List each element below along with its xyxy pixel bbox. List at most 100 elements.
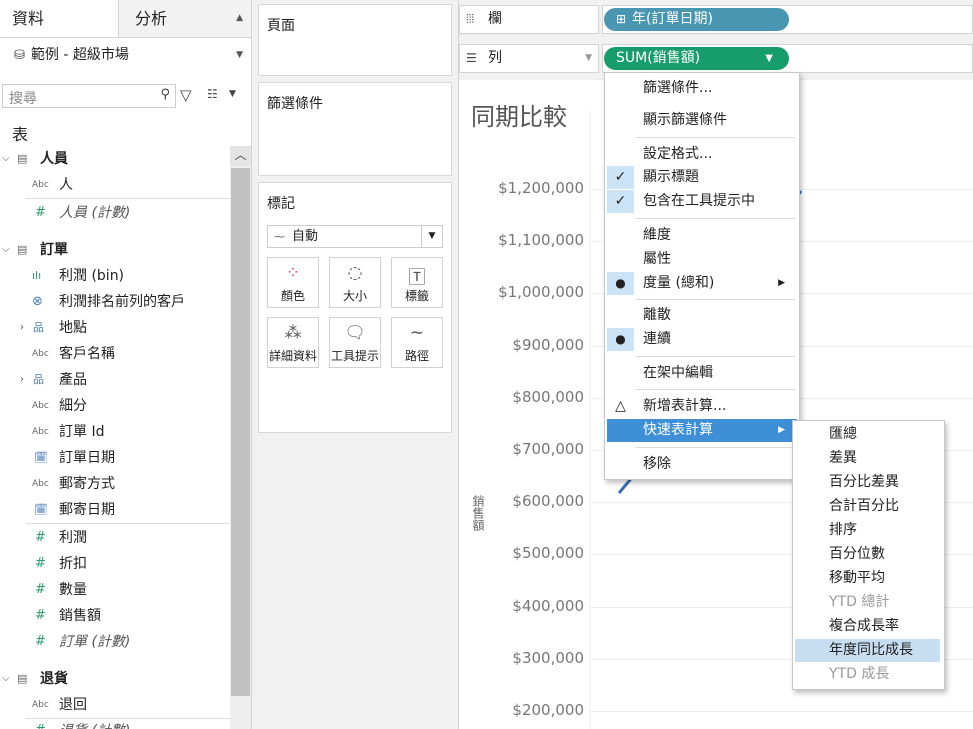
tab-analytics-label: 分析 xyxy=(135,9,168,28)
view-list-icon[interactable]: ☷ xyxy=(207,87,218,101)
submenu-item-running-total[interactable]: 匯總 xyxy=(795,423,940,446)
mark-type-select[interactable]: ⁓ 自動 ▼ xyxy=(267,225,443,248)
mark-button-label: 路徑 xyxy=(404,349,429,363)
table-group-returns[interactable]: ⌵ ▤ 退貨 xyxy=(0,666,230,692)
label-button[interactable]: 🅃 標籤 xyxy=(391,257,443,308)
field-item[interactable]: # 折扣 xyxy=(0,551,230,577)
detail-button[interactable]: ⁂ 詳細資料 xyxy=(267,317,319,368)
calendar-icon: 🗓 xyxy=(34,503,48,516)
search-field[interactable]: 搜尋 ⚲ xyxy=(2,84,176,108)
menu-item-format[interactable]: 設定格式... xyxy=(607,143,797,166)
field-item[interactable]: Abc 退回 xyxy=(0,692,230,718)
columns-pill-year[interactable]: ⊞ 年(訂單日期) xyxy=(604,8,789,31)
color-button[interactable]: ⁘ 顏色 xyxy=(267,257,319,308)
chevron-down-icon[interactable]: ▼ xyxy=(421,226,442,247)
menu-item-measure-sum[interactable]: ● 度量 (總和) ▶ xyxy=(607,272,797,295)
field-item[interactable]: Abc 訂單 Id xyxy=(0,419,230,445)
field-item[interactable]: › 品 地點 xyxy=(0,315,230,341)
pill-label: SUM(銷售額) xyxy=(616,50,701,66)
chevron-down-icon[interactable]: ▼ xyxy=(765,47,773,70)
field-item[interactable]: Abc 客戶名稱 xyxy=(0,341,230,367)
chevron-down-icon[interactable]: ▼ xyxy=(229,89,236,99)
submenu-item-difference[interactable]: 差異 xyxy=(795,447,940,470)
field-item[interactable]: ⊗ 利潤排名前列的客戶 xyxy=(0,289,230,315)
field-item[interactable]: › 品 產品 xyxy=(0,367,230,393)
field-item[interactable]: 🗓 郵寄日期 xyxy=(0,497,230,523)
chevron-down-icon: ▼ xyxy=(585,53,592,63)
menu-item-show-header[interactable]: ✓ 顯示標題 xyxy=(607,166,797,189)
menu-item-remove[interactable]: 移除 xyxy=(607,453,797,476)
menu-gutter xyxy=(607,143,634,166)
field-item[interactable]: # 數量 xyxy=(0,577,230,603)
datasource[interactable]: ⛁ 範例 - 超級市場 xyxy=(14,44,129,64)
tab-analytics[interactable]: 分析 ▲ ▼ xyxy=(118,0,251,60)
data-pane: 資料 分析 ▲ ▼ ⛁ 範例 - 超級市場 搜尋 ⚲ ▽ ☷ ▼ 表 ⌵ ▤ 人員 … xyxy=(0,0,252,729)
field-item[interactable]: # 訂單 (計數) xyxy=(0,629,230,655)
tab-data[interactable]: 資料 xyxy=(0,0,118,37)
rows-icon: ☰ xyxy=(466,51,477,65)
submenu-item-percent-of-total[interactable]: 合計百分比 xyxy=(795,495,940,518)
submenu-item-label: 合計百分比 xyxy=(829,498,899,514)
scrollbar[interactable]: ︿ xyxy=(230,146,251,729)
delta-icon: △ xyxy=(615,398,626,414)
filter-icon[interactable]: ▽ xyxy=(180,86,192,104)
chevron-down-icon[interactable]: ⌵ xyxy=(2,666,10,692)
submenu-item-ytd-growth: YTD 成長 xyxy=(795,663,940,686)
menu-item-include-tooltip[interactable]: ✓ 包含在工具提示中 xyxy=(607,190,797,213)
pages-card[interactable]: 頁面 xyxy=(258,4,452,76)
menu-separator xyxy=(635,137,795,138)
filters-card[interactable]: 篩選條件 xyxy=(258,82,452,176)
menu-item-show-filter[interactable]: 顯示篩選條件 xyxy=(607,109,797,132)
menu-gutter xyxy=(607,109,634,132)
mark-button-label: 標籤 xyxy=(404,289,429,303)
menu-item-discrete[interactable]: 離散 xyxy=(607,304,797,327)
submenu-item-percent-difference[interactable]: 百分比差異 xyxy=(795,471,940,494)
menu-item-filter[interactable]: 篩選條件... xyxy=(607,77,797,100)
chevron-right-icon[interactable]: › xyxy=(20,367,24,393)
table-group-people[interactable]: ⌵ ▤ 人員 xyxy=(0,146,230,172)
field-item[interactable]: 🗓 訂單日期 xyxy=(0,445,230,471)
menu-item-label: 篩選條件... xyxy=(643,80,713,96)
filters-title: 篩選條件 xyxy=(267,96,323,112)
field-item[interactable]: Abc 細分 xyxy=(0,393,230,419)
field-item[interactable]: Abc 人 xyxy=(0,172,230,198)
menu-item-label: 連續 xyxy=(643,331,671,347)
submenu-item-percentile[interactable]: 百分位數 xyxy=(795,543,940,566)
field-item[interactable]: Abc 郵寄方式 xyxy=(0,471,230,497)
search-input[interactable]: 搜尋 xyxy=(9,88,37,108)
path-button[interactable]: ∼ 路徑 xyxy=(391,317,443,368)
submenu-item-rank[interactable]: 排序 xyxy=(795,519,940,542)
chevron-down-icon[interactable]: ⌵ xyxy=(2,146,10,172)
field-item[interactable]: ılı 利潤 (bin) xyxy=(0,263,230,289)
pill-label: 年(訂單日期) xyxy=(632,11,713,27)
rows-pill-sales[interactable]: SUM(銷售額) ▼ xyxy=(604,47,789,70)
submenu-item-compound-growth[interactable]: 複合成長率 xyxy=(795,615,940,638)
plus-box-icon[interactable]: ⊞ xyxy=(616,8,626,31)
chevron-right-icon[interactable]: › xyxy=(20,315,24,341)
table-icon: ▤ xyxy=(17,243,28,256)
table-group-orders[interactable]: ⌵ ▤ 訂單 xyxy=(0,237,230,263)
submenu-item-yoy-growth[interactable]: 年度同比成長 xyxy=(795,639,940,662)
menu-item-edit-in-shelf[interactable]: 在架中編輯 xyxy=(607,362,797,385)
menu-item-attribute[interactable]: 屬性 xyxy=(607,248,797,271)
field-item[interactable]: # 銷售額 xyxy=(0,603,230,629)
field-item[interactable]: # 退貨 (計數) xyxy=(0,718,230,729)
tooltip-icon: 🗨 xyxy=(344,323,366,343)
chevron-down-icon[interactable]: ⌵ xyxy=(2,237,10,263)
menu-item-add-table-calc[interactable]: △ 新增表計算... xyxy=(607,395,797,418)
chevron-up-icon[interactable]: ︿ xyxy=(230,146,251,166)
divider xyxy=(26,523,230,524)
submenu-item-moving-average[interactable]: 移動平均 xyxy=(795,567,940,590)
menu-item-dimension[interactable]: 維度 xyxy=(607,224,797,247)
tooltip-button[interactable]: 🗨 工具提示 xyxy=(329,317,381,368)
size-button[interactable]: ◌ 大小 xyxy=(329,257,381,308)
field-label: 客戶名稱 xyxy=(59,346,115,362)
scroll-thumb[interactable] xyxy=(231,168,250,696)
search-icon[interactable]: ⚲ xyxy=(160,87,170,102)
menu-item-label: 顯示篩選條件 xyxy=(643,112,727,128)
field-item[interactable]: # 人員 (計數) xyxy=(0,200,230,226)
menu-item-quick-table-calc[interactable]: 快速表計算 ▶ xyxy=(607,419,797,442)
field-item[interactable]: # 利潤 xyxy=(0,525,230,551)
menu-item-continuous[interactable]: ● 連續 xyxy=(607,328,797,351)
datasource-name: 範例 - 超級市場 xyxy=(30,47,129,63)
